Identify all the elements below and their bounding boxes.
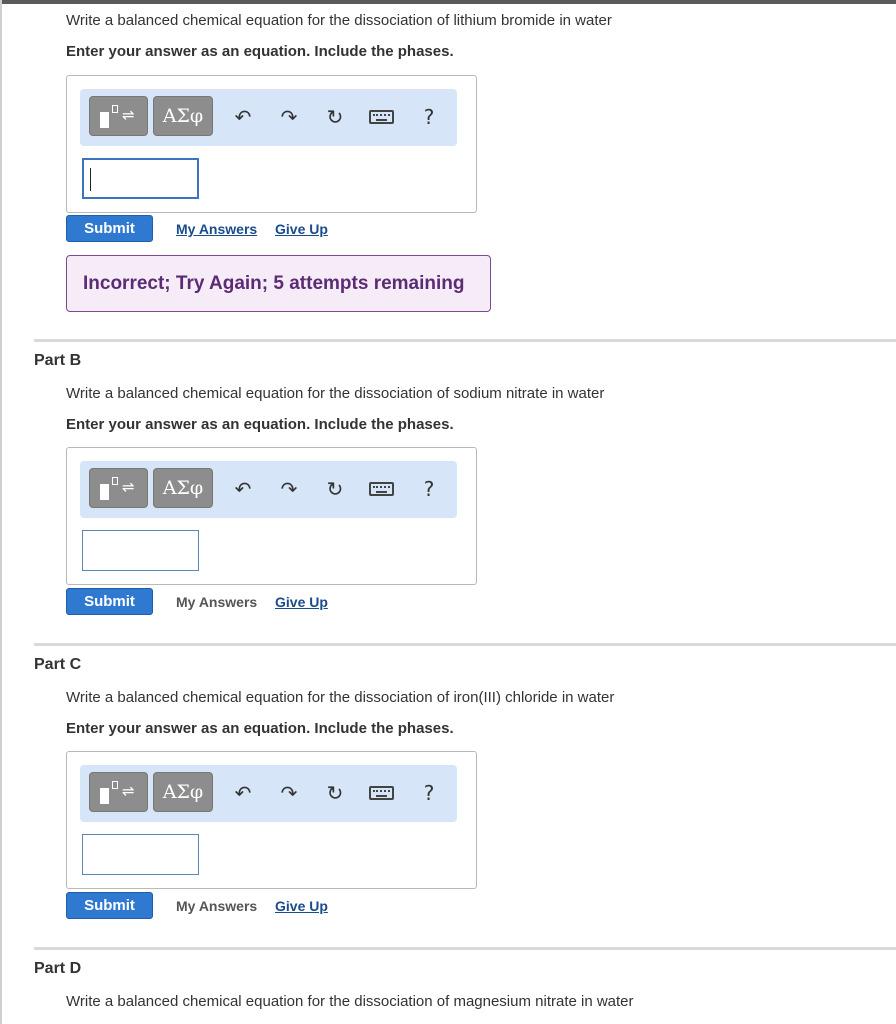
divider (34, 947, 896, 950)
math-toolbar: ⇌ ΑΣφ ↶ ↷ ↻ ? (80, 461, 457, 518)
reset-icon[interactable]: ↻ (322, 103, 348, 131)
template-button[interactable]: ⇌ (89, 772, 148, 812)
reset-icon[interactable]: ↻ (322, 779, 348, 807)
part-b-equation-input[interactable] (82, 530, 199, 571)
template-button[interactable]: ⇌ (89, 468, 148, 508)
keyboard-icon[interactable] (368, 779, 394, 807)
part-b-my-answers: My Answers (176, 594, 258, 610)
part-b-instruction: Enter your answer as an equation. Includ… (66, 416, 454, 433)
undo-icon[interactable]: ↶ (230, 475, 256, 503)
part-a-give-up-link[interactable]: Give Up (275, 221, 328, 237)
keyboard-icon[interactable] (368, 475, 394, 503)
undo-icon[interactable]: ↶ (230, 779, 256, 807)
redo-icon[interactable]: ↷ (276, 779, 302, 807)
part-a-my-answers-link[interactable]: My Answers (176, 221, 257, 237)
part-c-my-answers: My Answers (176, 898, 258, 914)
part-a-instruction: Enter your answer as an equation. Includ… (66, 43, 454, 60)
part-c-give-up-link[interactable]: Give Up (275, 898, 328, 914)
top-bar (0, 0, 896, 4)
math-toolbar: ⇌ ΑΣφ ↶ ↷ ↻ ? (80, 89, 457, 146)
part-a-equation-input[interactable] (82, 158, 199, 199)
keyboard-icon[interactable] (368, 103, 394, 131)
part-a-answer-box: ⇌ ΑΣφ ↶ ↷ ↻ ? (66, 75, 477, 213)
part-c-answer-box: ⇌ ΑΣφ ↶ ↷ ↻ ? (66, 751, 477, 889)
help-button[interactable]: ? (416, 103, 442, 131)
left-border (0, 0, 2, 1024)
part-c-instruction: Enter your answer as an equation. Includ… (66, 720, 454, 737)
part-c-submit-button[interactable]: Submit (66, 892, 153, 919)
redo-icon[interactable]: ↷ (276, 103, 302, 131)
part-b-answer-box: ⇌ ΑΣφ ↶ ↷ ↻ ? (66, 447, 477, 585)
part-c-title: Part C (34, 656, 82, 673)
part-c-equation-input[interactable] (82, 834, 199, 875)
part-b-title: Part B (34, 352, 82, 369)
part-b-submit-button[interactable]: Submit (66, 588, 153, 615)
part-a-question: Write a balanced chemical equation for t… (66, 12, 612, 29)
help-button[interactable]: ? (416, 779, 442, 807)
part-b-give-up-link[interactable]: Give Up (275, 594, 328, 610)
divider (34, 643, 896, 646)
reset-icon[interactable]: ↻ (322, 475, 348, 503)
help-button[interactable]: ? (416, 475, 442, 503)
math-toolbar: ⇌ ΑΣφ ↶ ↷ ↻ ? (80, 765, 457, 822)
text-caret (90, 168, 91, 191)
greek-symbols-button[interactable]: ΑΣφ (153, 96, 213, 136)
greek-symbols-button[interactable]: ΑΣφ (153, 468, 213, 508)
part-b-question: Write a balanced chemical equation for t… (66, 385, 605, 402)
undo-icon[interactable]: ↶ (230, 103, 256, 131)
part-d-title: Part D (34, 960, 82, 977)
redo-icon[interactable]: ↷ (276, 475, 302, 503)
divider (34, 339, 896, 342)
greek-symbols-button[interactable]: ΑΣφ (153, 772, 213, 812)
template-button[interactable]: ⇌ (89, 96, 148, 136)
part-a-feedback: Incorrect; Try Again; 5 attempts remaini… (66, 255, 491, 312)
part-a-submit-button[interactable]: Submit (66, 215, 153, 242)
part-c-question: Write a balanced chemical equation for t… (66, 689, 615, 706)
part-d-question: Write a balanced chemical equation for t… (66, 993, 634, 1010)
